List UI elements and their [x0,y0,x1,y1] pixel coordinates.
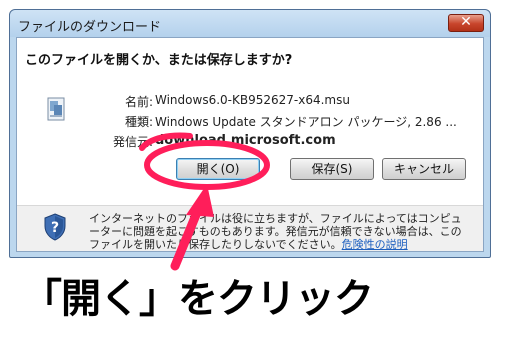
open-button[interactable]: 開く(O) [176,158,260,180]
file-source-label: 発信元: [112,135,153,149]
section-divider [17,205,483,206]
close-icon: ✕ [460,14,472,30]
window-title: ファイルのダウンロード [18,20,162,35]
risk-link[interactable]: 危険性の説明 [342,238,408,251]
file-name-value: Windows6.0-KB952627-x64.msu [155,93,350,107]
msu-package-icon [47,97,65,121]
file-source-row: 発信元: download.microsoft.com [113,133,336,149]
warning-area: ? インターネットのファイルは役に立ちますが、ファイルによってはコンピューターに… [17,210,483,251]
dialog-main-panel: このファイルを開くか、または保存しますか? 名前: Windows6.0-KB9… [17,38,483,205]
file-name-row: 名前: Windows6.0-KB952627-x64.msu [125,93,350,109]
question-text: このファイルを開くか、または保存しますか? [25,53,293,68]
file-type-row: 種類: Windows Update スタンドアロン パッケージ, 2.86 .… [125,113,457,130]
instruction-caption: 「開く」をクリック [22,276,374,322]
dialog-body: このファイルを開くか、または保存しますか? 名前: Windows6.0-KB9… [16,37,484,252]
svg-text:?: ? [51,220,59,236]
security-shield-icon: ? [44,213,66,241]
cancel-button[interactable]: キャンセル [382,158,466,180]
file-type-value: Windows Update スタンドアロン パッケージ, 2.86 ... [155,115,457,129]
title-bar[interactable]: ファイルのダウンロード ✕ [10,10,490,37]
file-source-value: download.microsoft.com [155,133,336,148]
file-name-label: 名前: [124,95,153,109]
file-type-label: 種類: [124,115,153,129]
download-dialog: ファイルのダウンロード ✕ このファイルを開くか、または保存しますか? 名前: … [9,9,491,258]
save-button[interactable]: 保存(S) [290,158,374,180]
warning-text: インターネットのファイルは役に立ちますが、ファイルによってはコンピューターに問題… [89,212,469,251]
close-button[interactable]: ✕ [448,14,484,32]
